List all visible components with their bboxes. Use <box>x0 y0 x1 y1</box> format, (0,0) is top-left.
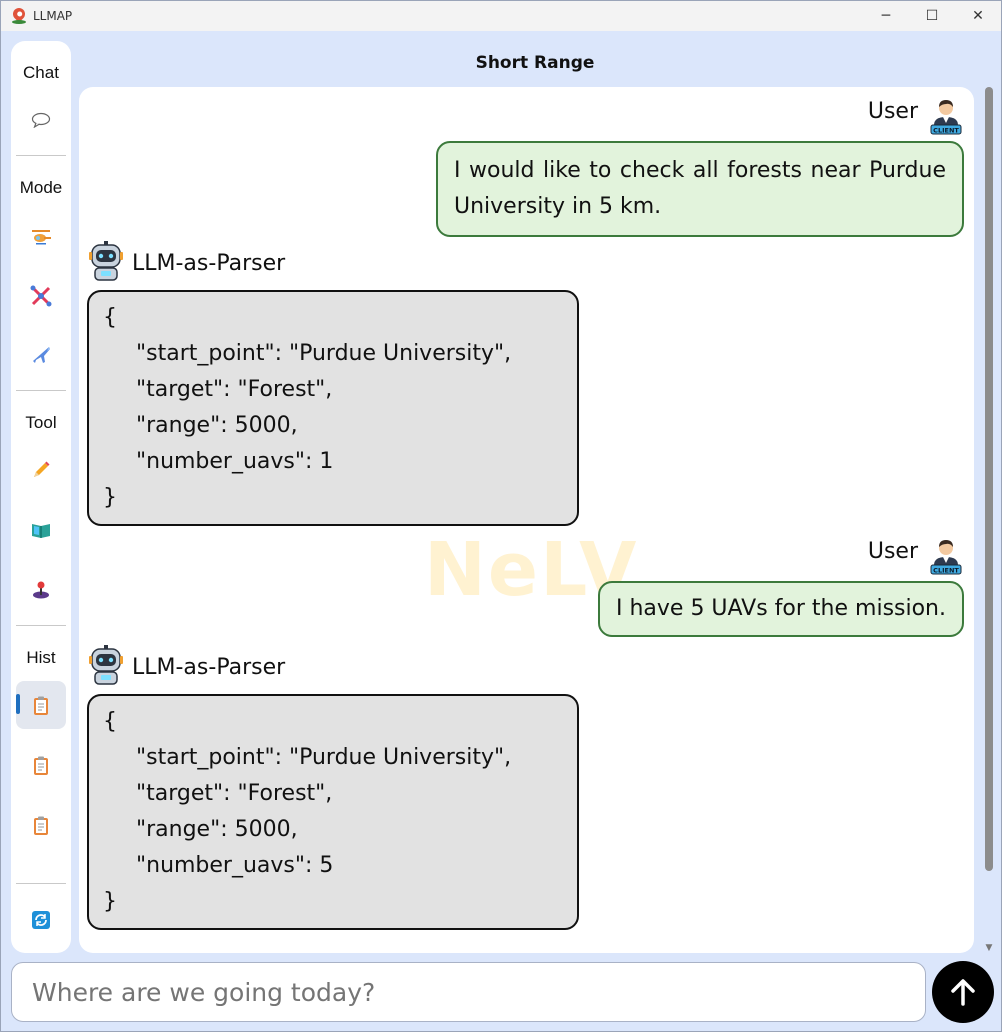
json-line: "range": 5000, <box>136 817 298 842</box>
map-pin-icon <box>10 5 28 24</box>
map-book-icon[interactable] <box>26 515 56 545</box>
app-window: LLMAP ─ ☐ ✕ Chat Mode Tool Hist Short Ra… <box>0 0 1002 1032</box>
maximize-button[interactable]: ☐ <box>909 1 955 31</box>
scrollbar-thumb[interactable] <box>985 87 993 871</box>
json-line: { <box>103 305 117 330</box>
send-button[interactable] <box>932 961 994 1023</box>
robot-avatar-icon <box>87 645 123 685</box>
arrow-up-icon <box>951 979 975 1006</box>
json-line: { <box>103 709 117 734</box>
active-indicator <box>16 694 20 714</box>
robot-avatar-icon <box>87 241 123 281</box>
json-line: "target": "Forest", <box>136 781 333 806</box>
minimize-button[interactable]: ─ <box>863 1 909 31</box>
chat-bubble-icon[interactable] <box>26 105 56 135</box>
sidebar: Chat Mode Tool Hist <box>11 41 71 953</box>
json-line: } <box>103 485 117 510</box>
clipboard-icon[interactable] <box>26 751 56 781</box>
drone-icon[interactable] <box>26 281 56 311</box>
json-line: "number_uavs": 1 <box>136 449 334 474</box>
chat-scrollbar[interactable]: ▼ <box>983 87 995 953</box>
pencil-icon[interactable] <box>26 455 56 485</box>
sidebar-divider <box>16 155 66 156</box>
joystick-icon[interactable] <box>26 575 56 605</box>
json-response-bubble: { "start_point": "Purdue University", "t… <box>87 290 579 526</box>
sidebar-section-chat: Chat <box>23 63 59 82</box>
chat-title: Short Range <box>475 53 595 73</box>
window-title: LLMAP <box>33 9 73 23</box>
refresh-icon[interactable] <box>26 905 56 935</box>
json-line: "start_point": "Purdue University", <box>136 745 512 770</box>
json-response-bubble: { "start_point": "Purdue University", "t… <box>87 694 579 930</box>
json-line: } <box>103 889 117 914</box>
title-bar: LLMAP ─ ☐ ✕ <box>1 1 1001 31</box>
helicopter-icon[interactable] <box>26 222 56 252</box>
sidebar-section-hist: Hist <box>26 648 56 667</box>
sidebar-divider <box>16 883 66 884</box>
user-avatar-icon: CLIENT <box>928 535 964 575</box>
svg-text:CLIENT: CLIENT <box>933 127 959 135</box>
user-avatar-icon: CLIENT <box>928 95 964 135</box>
message-input[interactable] <box>11 962 926 1022</box>
sender-name-assistant: LLM-as-Parser <box>132 251 286 276</box>
close-button[interactable]: ✕ <box>955 1 1001 31</box>
sidebar-section-tool: Tool <box>25 413 57 432</box>
user-message-bubble: I have 5 UAVs for the mission. <box>597 581 964 637</box>
sidebar-divider <box>16 390 66 391</box>
sender-name-user: User <box>867 539 918 564</box>
user-message-bubble: I would like to check all forests near P… <box>436 141 964 237</box>
svg-text:CLIENT: CLIENT <box>933 567 959 575</box>
scroll-down-arrow-icon[interactable]: ▼ <box>984 943 994 953</box>
json-line: "target": "Forest", <box>136 377 333 402</box>
json-line: "start_point": "Purdue University", <box>136 341 512 366</box>
sidebar-divider <box>16 625 66 626</box>
clipboard-icon[interactable] <box>26 811 56 841</box>
sender-name-user: User <box>867 99 918 124</box>
json-line: "number_uavs": 5 <box>136 853 334 878</box>
airplane-icon[interactable] <box>26 339 56 369</box>
chat-pane: NeLV User CLIENT I would like to check a… <box>79 87 974 953</box>
window-controls: ─ ☐ ✕ <box>863 1 1001 31</box>
json-line: "range": 5000, <box>136 413 298 438</box>
sender-name-assistant: LLM-as-Parser <box>132 655 286 680</box>
sidebar-section-mode: Mode <box>19 178 63 197</box>
clipboard-icon[interactable] <box>26 691 56 721</box>
